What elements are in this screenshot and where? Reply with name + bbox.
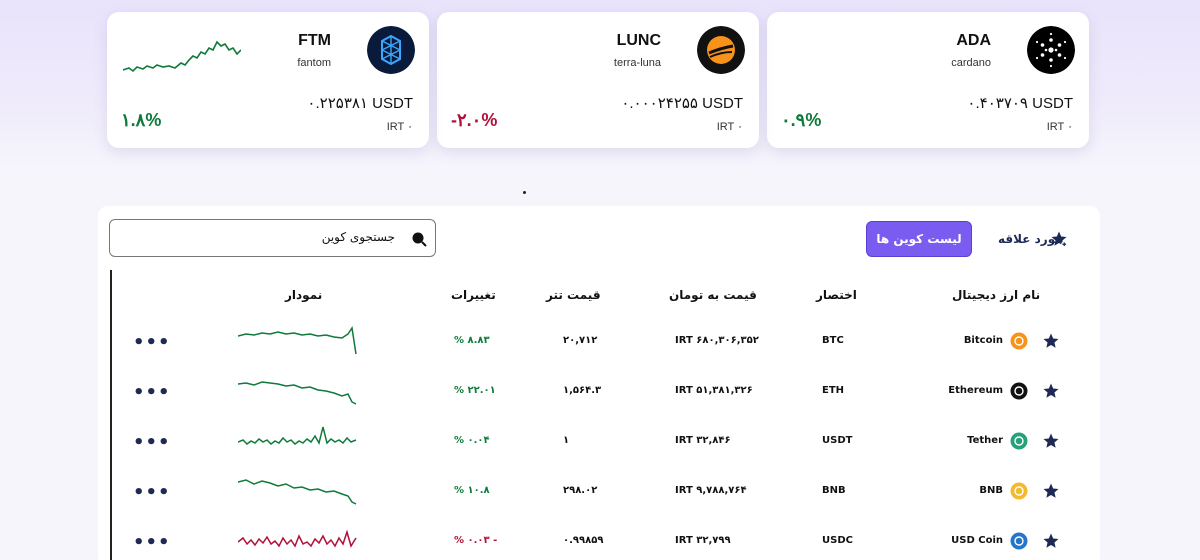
favorite-star-icon[interactable] [1042, 432, 1060, 450]
coin-change: % ۸.۸۳ [454, 335, 490, 346]
tether-icon [1010, 432, 1028, 450]
coin-symbol: LUNC [616, 32, 661, 49]
table-row[interactable]: Tether USDT IRT ۳۲,۸۴۶ ۱ % ۰.۰۴ ••• [98, 418, 1100, 468]
favorite-star-icon[interactable] [1042, 332, 1060, 350]
table-row[interactable]: USD Coin USDC IRT ۳۲,۷۹۹ ۰.۹۹۸۵۹ % ۰.۰۳ … [98, 518, 1100, 560]
coin-list-button[interactable]: لیست کوین ها [866, 221, 972, 257]
fantom-logo-icon [367, 26, 415, 74]
coin-name[interactable]: USD Coin [951, 535, 1003, 546]
table-row[interactable]: Ethereum ETH IRT ۵۱,۳۸۱,۳۲۶ ۱,۵۶۴.۳ % ۲۲… [98, 368, 1100, 418]
search-icon [412, 232, 427, 247]
table-row[interactable]: BNB BNB IRT ۹,۷۸۸,۷۶۴ ۲۹۸.۰۲ % ۱۰.۸ ••• [98, 468, 1100, 518]
coin-card-ada[interactable]: ADA cardano ۰.۴۰۳۷۰۹ USDT IRT ۰ ۰.۹% [767, 12, 1089, 148]
more-options-icon[interactable]: ••• [133, 532, 171, 553]
coin-symbol: FTM [298, 32, 331, 49]
table-row[interactable]: Bitcoin BTC IRT ۶۸۰,۳۰۶,۳۵۲ ۲۰,۷۱۲ % ۸.۸… [98, 318, 1100, 368]
coin-price: ۰.۰۰۰۲۴۲۵۵ USDT [621, 95, 743, 112]
coin-sparkline [238, 529, 357, 548]
header-chart: نمودار [285, 288, 323, 302]
coin-card-lunc[interactable]: LUNC terra-luna ۰.۰۰۰۲۴۲۵۵ USDT IRT ۰ -۲… [437, 12, 759, 148]
coin-change: -۲.۰% [451, 110, 498, 130]
coin-list-panel: جستجوی کوین لیست کوین ها مورد علاقه نام … [98, 206, 1100, 560]
search-placeholder: جستجوی کوین [321, 230, 395, 244]
header-name: نام ارز دیجیتال [952, 288, 1041, 302]
coin-toman-price: IRT ۹,۷۸۸,۷۶۴ [675, 485, 747, 496]
coin-toman-price: IRT ۶۸۰,۳۰۶,۳۵۲ [675, 335, 759, 346]
coin-slug: fantom [297, 57, 331, 69]
coin-toman-price: IRT ۳۲,۷۹۹ [675, 535, 731, 546]
separator-dot [523, 191, 526, 194]
usdc-icon [1010, 532, 1028, 550]
coin-irt-price: IRT ۰ [386, 121, 413, 133]
coin-name[interactable]: Bitcoin [964, 335, 1003, 346]
header-tether: قیمت تتر [546, 288, 601, 302]
coin-sparkline [238, 325, 357, 355]
header-abbr: اختصار [816, 288, 857, 302]
header-toman: قیمت به تومان [669, 288, 757, 302]
more-options-icon[interactable]: ••• [133, 482, 171, 503]
bitcoin-icon [1010, 332, 1028, 350]
coin-abbr: ETH [822, 385, 845, 396]
favorite-star-icon[interactable] [1042, 532, 1060, 550]
header-change: تغییرات [451, 288, 496, 302]
coin-irt-price: IRT ۰ [1046, 121, 1073, 133]
coin-tether-price: ۲۹۸.۰۲ [563, 485, 598, 496]
coin-change: % ۲۲.۰۱ [454, 385, 496, 396]
coin-tether-price: ۱ [563, 435, 570, 446]
coin-slug: cardano [951, 57, 991, 69]
coin-tether-price: ۲۰,۷۱۲ [563, 335, 598, 346]
coin-toman-price: IRT ۵۱,۳۸۱,۳۲۶ [675, 385, 753, 396]
coin-change: ۰.۹% [781, 110, 822, 130]
coin-sparkline [238, 426, 357, 445]
coin-card-ftm[interactable]: FTM fantom ۰.۲۲۵۳۸۱ USDT IRT ۰ ۱.۸% [107, 12, 429, 148]
coin-name[interactable]: BNB [979, 485, 1003, 496]
coin-sparkline [238, 381, 357, 405]
bnb-icon [1010, 482, 1028, 500]
coin-slug: terra-luna [613, 57, 661, 69]
search-input[interactable]: جستجوی کوین [109, 219, 436, 257]
coin-change: % ۰.۰۳ - [454, 535, 498, 546]
more-options-icon[interactable]: ••• [133, 382, 171, 403]
coin-abbr: BTC [822, 335, 844, 346]
favorite-star-icon[interactable] [1042, 382, 1060, 400]
ethereum-icon [1010, 382, 1028, 400]
terra-luna-logo-icon [697, 26, 745, 74]
star-add-icon[interactable] [1050, 230, 1068, 248]
coin-change: ۱.۸% [121, 110, 162, 130]
more-options-icon[interactable]: ••• [133, 432, 171, 453]
coin-symbol: ADA [956, 32, 991, 49]
coin-irt-price: IRT ۰ [716, 121, 743, 133]
cardano-logo-icon [1027, 26, 1075, 74]
coin-price: ۰.۴۰۳۷۰۹ USDT [967, 95, 1073, 112]
coin-name[interactable]: Tether [967, 435, 1003, 446]
coin-price: ۰.۲۲۵۳۸۱ USDT [307, 95, 413, 112]
coin-abbr: USDT [822, 435, 853, 446]
ftm-sparkline [123, 40, 241, 73]
coin-sparkline [238, 479, 357, 505]
coin-abbr: BNB [822, 485, 846, 496]
coin-name[interactable]: Ethereum [948, 385, 1003, 396]
coin-abbr: USDC [822, 535, 853, 546]
coin-tether-price: ۱,۵۶۴.۳ [563, 385, 602, 396]
favorite-star-icon[interactable] [1042, 482, 1060, 500]
coin-change: % ۱۰.۸ [454, 485, 490, 496]
more-options-icon[interactable]: ••• [133, 332, 171, 353]
coin-tether-price: ۰.۹۹۸۵۹ [563, 535, 604, 546]
coin-toman-price: IRT ۳۲,۸۴۶ [675, 435, 731, 446]
coin-change: % ۰.۰۴ [454, 435, 490, 446]
